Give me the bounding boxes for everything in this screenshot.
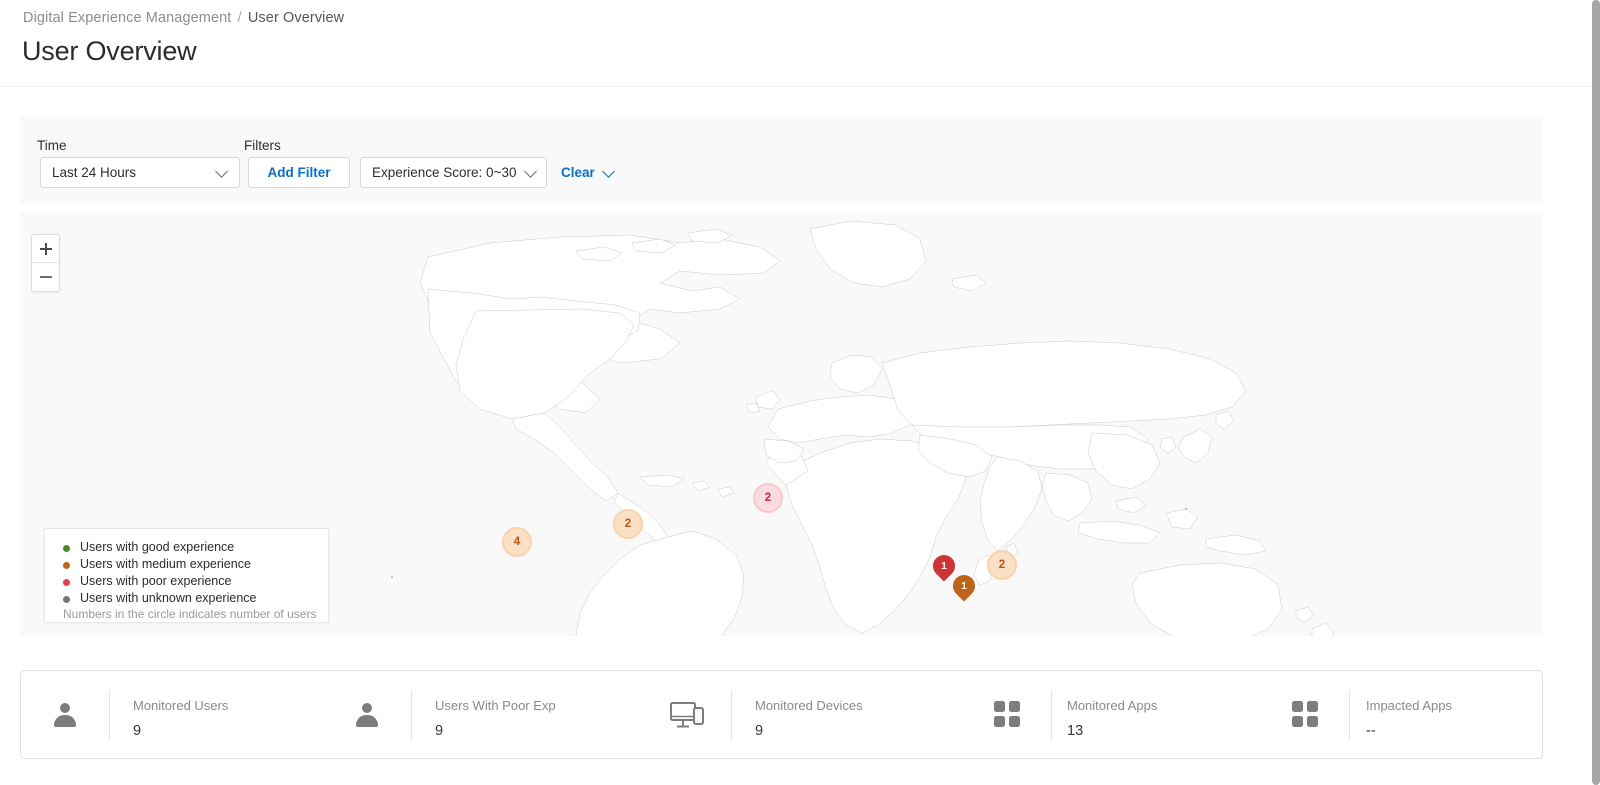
zoom-out-button[interactable] <box>32 263 59 291</box>
stat-label: Monitored Devices <box>755 698 863 713</box>
map-legend: Users with good experience Users with me… <box>44 528 329 623</box>
apps-grid-icon <box>963 671 1051 758</box>
pin-count: 1 <box>941 560 947 572</box>
stat-divider <box>1051 690 1052 740</box>
legend-label: Users with good experience <box>80 540 235 554</box>
page-scrollbar[interactable] <box>1591 0 1600 785</box>
stat-value: 9 <box>133 723 142 739</box>
stat-label: Users With Poor Exp <box>435 698 556 713</box>
user-map-panel[interactable]: 4 2 2 2 1 1 Users with good experience U… <box>20 213 1543 636</box>
stat-value: 9 <box>435 723 444 739</box>
breadcrumb: Digital Experience Management / User Ove… <box>23 10 344 26</box>
stat-card-impacted-apps[interactable]: Impacted Apps -- <box>1261 671 1544 758</box>
app-header: Digital Experience Management / User Ove… <box>0 0 1592 87</box>
stat-label: Monitored Users <box>133 698 229 713</box>
pin-count: 1 <box>961 580 967 592</box>
legend-note: Numbers in the circle indicates number o… <box>63 607 317 621</box>
stat-divider <box>411 690 412 740</box>
apps-grid-icon <box>1261 671 1349 758</box>
stat-card-monitored-apps[interactable]: Monitored Apps 13 <box>963 671 1261 758</box>
stat-divider <box>1349 690 1350 740</box>
status-dot-unknown <box>63 596 70 603</box>
chevron-down-icon <box>215 165 228 178</box>
legend-label: Users with unknown experience <box>80 591 257 605</box>
breadcrumb-item-current: User Overview <box>247 10 345 26</box>
clear-filters-label: Clear <box>561 165 595 180</box>
map-zoom-controls[interactable] <box>31 234 60 292</box>
chevron-down-icon <box>524 165 537 178</box>
person-icon <box>21 671 109 758</box>
cluster-count: 4 <box>513 536 521 548</box>
stat-card-users-poor-exp[interactable]: Users With Poor Exp 9 <box>323 671 643 758</box>
map-pin-india-south[interactable]: 1 <box>948 570 980 605</box>
zoom-in-button[interactable] <box>32 235 59 263</box>
stat-value: 13 <box>1067 723 1084 739</box>
chevron-down-icon <box>601 165 615 178</box>
cluster-count: 2 <box>764 492 772 504</box>
scrollbar-thumb[interactable] <box>1592 0 1600 785</box>
map-cluster-southeast-asia[interactable]: 2 <box>987 550 1017 580</box>
add-filter-button[interactable]: Add Filter <box>248 157 350 188</box>
map-cluster-europe[interactable]: 2 <box>753 483 783 513</box>
active-filter-label: Experience Score: 0~30 <box>372 165 517 180</box>
map-cluster-us-west[interactable]: 4 <box>502 527 532 557</box>
stat-value: -- <box>1366 723 1376 739</box>
active-filter-chip[interactable]: Experience Score: 0~30 <box>360 157 547 188</box>
legend-label: Users with poor experience <box>80 574 232 588</box>
stat-label: Monitored Apps <box>1067 698 1158 713</box>
status-dot-poor <box>63 579 70 586</box>
add-filter-label: Add Filter <box>267 165 331 180</box>
breadcrumb-separator: / <box>237 10 242 26</box>
stat-card-monitored-users[interactable]: Monitored Users 9 <box>21 671 323 758</box>
minus-icon <box>40 276 52 278</box>
time-label: Time <box>37 138 67 153</box>
devices-icon <box>643 671 731 758</box>
filters-label: Filters <box>244 138 281 153</box>
person-icon <box>323 671 411 758</box>
stat-value: 9 <box>755 723 764 739</box>
stat-divider <box>731 690 732 740</box>
cluster-count: 2 <box>624 518 632 530</box>
stat-card-monitored-devices[interactable]: Monitored Devices 9 <box>643 671 963 758</box>
summary-stats-bar: Monitored Users 9 Users With Poor Exp 9 … <box>20 670 1543 759</box>
stat-divider <box>109 690 110 740</box>
clear-filters-button[interactable]: Clear <box>561 164 615 184</box>
page-title: User Overview <box>22 36 197 66</box>
breadcrumb-item-root[interactable]: Digital Experience Management <box>23 10 231 26</box>
cluster-count: 2 <box>998 559 1006 571</box>
legend-label: Users with medium experience <box>80 557 251 571</box>
map-cluster-us-east[interactable]: 2 <box>613 509 643 539</box>
map-pin-india-north[interactable]: 1 <box>928 550 960 585</box>
time-range-select[interactable]: Last 24 Hours <box>40 157 240 188</box>
filter-bar: Time Filters Last 24 Hours Add Filter Ex… <box>20 117 1543 204</box>
time-range-value: Last 24 Hours <box>52 165 137 180</box>
status-dot-medium <box>63 562 70 569</box>
status-dot-good <box>63 545 70 552</box>
stat-label: Impacted Apps <box>1366 698 1452 713</box>
